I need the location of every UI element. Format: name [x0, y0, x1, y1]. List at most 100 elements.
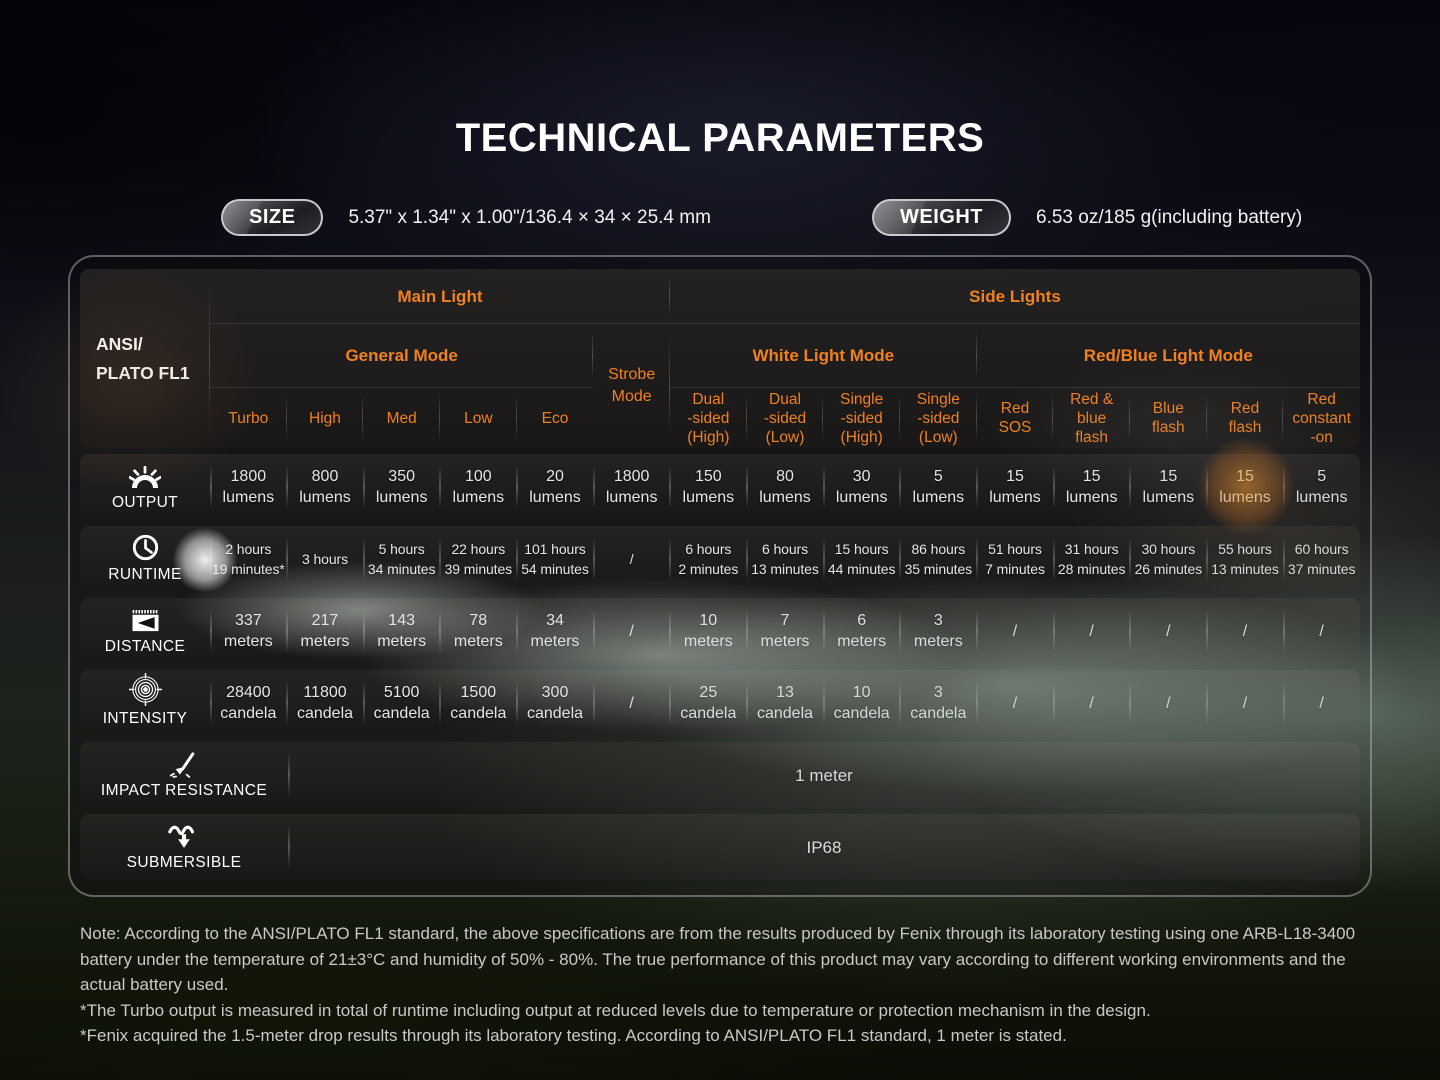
intensity-value-4: 300 candela — [517, 670, 594, 736]
output-value-9: 5 lumens — [900, 454, 977, 520]
intensity-value-12: / — [1130, 670, 1207, 736]
runtime-value-1: 3 hours — [287, 526, 364, 592]
submersible-label-cell: SUBMERSIBLE — [80, 814, 288, 880]
distance-value-14: / — [1283, 598, 1360, 664]
output-label-cell: OUTPUT — [80, 454, 210, 520]
runtime-value-2: 5 hours 34 minutes — [363, 526, 440, 592]
output-row: OUTPUT 1800 lumens800 lumens350 lumens100… — [80, 454, 1360, 520]
output-label: OUTPUT — [112, 494, 178, 512]
intensity-value-10: / — [977, 670, 1054, 736]
column-header-single-sided-low: Single -sided (Low) — [900, 388, 977, 448]
intensity-value-6: 25 candela — [670, 670, 747, 736]
distance-value-10: / — [977, 598, 1054, 664]
runtime-value-7: 6 hours 13 minutes — [747, 526, 824, 592]
intensity-value-13: / — [1207, 670, 1284, 736]
output-value-0: 1800 lumens — [210, 454, 287, 520]
intensity-value-1: 11800 candela — [287, 670, 364, 736]
footnotes: Note: According to the ANSI/PLATO FL1 st… — [80, 921, 1362, 1049]
footnote-turbo: *The Turbo output is measured in total o… — [80, 998, 1362, 1024]
runtime-value-4: 101 hours 54 minutes — [517, 526, 594, 592]
intensity-value-9: 3 candela — [900, 670, 977, 736]
distance-value-2: 143 meters — [363, 598, 440, 664]
runtime-value-11: 31 hours 28 minutes — [1053, 526, 1130, 592]
output-value-7: 80 lumens — [747, 454, 824, 520]
runtime-value-8: 15 hours 44 minutes — [823, 526, 900, 592]
output-value-14: 5 lumens — [1283, 454, 1360, 520]
output-value-8: 30 lumens — [823, 454, 900, 520]
distance-value-9: 3 meters — [900, 598, 977, 664]
runtime-value-6: 6 hours 2 minutes — [670, 526, 747, 592]
column-header-turbo: Turbo — [210, 388, 287, 448]
column-header-blue-flash: Blue flash — [1130, 388, 1207, 448]
column-header-low: Low — [440, 388, 517, 448]
intensity-label: INTENSITY — [103, 710, 188, 728]
submersible-label: SUBMERSIBLE — [127, 854, 242, 872]
column-header-red-blue-flash: Red & blue flash — [1053, 388, 1130, 448]
distance-icon — [129, 607, 162, 634]
runtime-row: RUNTIME2 hours 19 minutes*3 hours5 hours… — [80, 526, 1360, 592]
distance-value-11: / — [1053, 598, 1130, 664]
weight-spec: WEIGHT 6.53 oz/185 g(including battery) — [872, 199, 1302, 236]
runtime-label: RUNTIME — [108, 566, 181, 584]
page-title: TECHNICAL PARAMETERS — [0, 116, 1440, 161]
distance-label: DISTANCE — [105, 638, 185, 656]
output-value-3: 100 lumens — [440, 454, 517, 520]
submersible-value: IP68 — [288, 814, 1360, 880]
distance-value-3: 78 meters — [440, 598, 517, 664]
distance-value-12: / — [1130, 598, 1207, 664]
runtime-value-9: 86 hours 35 minutes — [900, 526, 977, 592]
column-header-dual-sided-high: Dual -sided (High) — [670, 388, 747, 448]
intensity-label-cell: INTENSITY — [80, 670, 210, 736]
submersible-icon — [167, 823, 201, 850]
intensity-row: INTENSITY28400 candela11800 candela5100 … — [80, 670, 1360, 736]
output-value-4: 20 lumens — [517, 454, 594, 520]
runtime-value-14: 60 hours 37 minutes — [1283, 526, 1360, 592]
intensity-value-3: 1500 candela — [440, 670, 517, 736]
intensity-value-11: / — [1053, 670, 1130, 736]
size-spec: SIZE 5.37" x 1.34" x 1.00"/136.4 × 34 × … — [221, 199, 711, 236]
size-badge-label: SIZE — [249, 206, 295, 229]
runtime-value-13: 55 hours 13 minutes — [1207, 526, 1284, 592]
runtime-value-12: 30 hours 26 minutes — [1130, 526, 1207, 592]
distance-value-0: 337 meters — [210, 598, 287, 664]
header-white-light-mode: White Light Mode — [670, 324, 977, 388]
distance-value-8: 6 meters — [823, 598, 900, 664]
output-value-2: 350 lumens — [363, 454, 440, 520]
header-general-mode: General Mode — [210, 324, 593, 388]
intensity-value-2: 5100 candela — [363, 670, 440, 736]
distance-value-5: / — [593, 598, 670, 664]
output-value-10: 15 lumens — [977, 454, 1054, 520]
runtime-label-cell: RUNTIME — [80, 526, 210, 592]
column-header-single-sided-high: Single -sided (High) — [823, 388, 900, 448]
output-value-1: 800 lumens — [287, 454, 364, 520]
sunburst-icon — [129, 463, 161, 490]
column-header-red-sos: Red SOS — [977, 388, 1054, 448]
size-value: 5.37" x 1.34" x 1.00"/136.4 × 34 × 25.4 … — [348, 207, 710, 229]
table-header: ANSI/ PLATO FL1 Main Light Side Lights G… — [80, 269, 1360, 448]
column-header-dual-sided-low: Dual -sided (Low) — [747, 388, 824, 448]
runtime-value-3: 22 hours 39 minutes — [440, 526, 517, 592]
output-value-6: 150 lumens — [670, 454, 747, 520]
distance-value-1: 217 meters — [287, 598, 364, 664]
intensity-icon — [129, 679, 162, 706]
footnote-ansi: Note: According to the ANSI/PLATO FL1 st… — [80, 921, 1362, 998]
output-value-12: 15 lumens — [1130, 454, 1207, 520]
column-header-med: Med — [363, 388, 440, 448]
intensity-value-8: 10 candela — [823, 670, 900, 736]
submersible-row: SUBMERSIBLE IP68 — [80, 814, 1360, 880]
footnote-drop: *Fenix acquired the 1.5-meter drop resul… — [80, 1023, 1362, 1049]
intensity-value-7: 13 candela — [747, 670, 824, 736]
impact-icon — [169, 751, 199, 778]
standard-label-line1: ANSI/ — [96, 330, 210, 359]
header-main-light: Main Light — [210, 269, 670, 324]
size-badge: SIZE — [221, 199, 323, 236]
column-header-red-constant-on: Red constant -on — [1283, 388, 1360, 448]
weight-badge: WEIGHT — [872, 199, 1011, 236]
column-header-red-flash: Red flash — [1207, 388, 1284, 448]
output-value-11: 15 lumens — [1053, 454, 1130, 520]
intensity-value-14: / — [1283, 670, 1360, 736]
distance-value-13: / — [1207, 598, 1284, 664]
impact-resistance-row: IMPACT RESISTANCE 1 meter — [80, 742, 1360, 808]
technical-parameters-table: ANSI/ PLATO FL1 Main Light Side Lights G… — [68, 255, 1372, 897]
intensity-value-5: / — [593, 670, 670, 736]
